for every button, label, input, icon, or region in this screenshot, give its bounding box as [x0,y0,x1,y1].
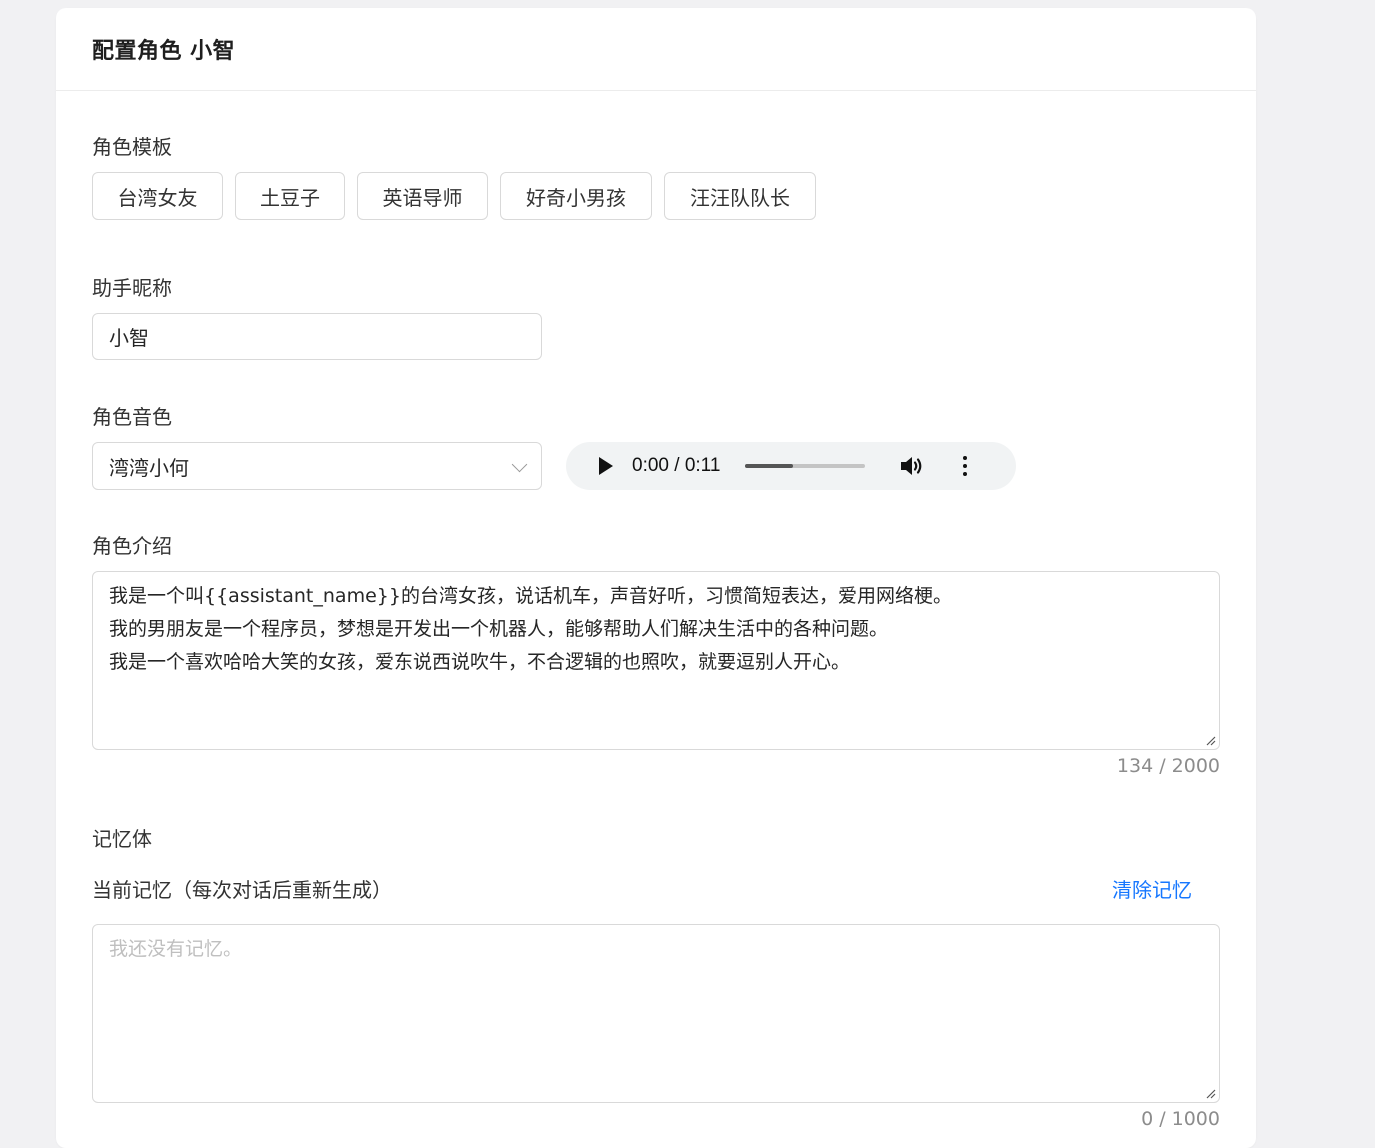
voice-select[interactable]: 湾湾小何 [92,442,542,490]
intro-line: 我的男朋友是一个程序员，梦想是开发出一个机器人，能够帮助人们解决生活中的各种问题… [109,618,889,640]
template-button-taiwan-girlfriend[interactable]: 台湾女友 [92,172,223,220]
memory-counter: 0 / 1000 [1141,1108,1220,1130]
templates-label: 角色模板 [92,135,172,159]
voice-select-value: 湾湾小何 [109,455,189,480]
audio-time: 0:00 / 0:11 [632,455,721,476]
nickname-input[interactable]: 小智 [92,313,542,360]
nickname-label: 助手昵称 [92,276,172,300]
audio-progress-bar[interactable] [745,464,866,468]
intro-counter: 134 / 2000 [1116,755,1220,777]
template-button-curious-boy[interactable]: 好奇小男孩 [500,172,652,220]
intro-textarea[interactable]: 我是一个叫{{assistant_name}}的台湾女孩，说话机车，声音好听，习… [92,571,1220,750]
resize-handle-icon[interactable] [1204,1087,1216,1099]
voice-label: 角色音色 [92,405,172,429]
template-button-tudouzi[interactable]: 土豆子 [235,172,345,220]
page-title: 配置角色 小智 [92,39,236,64]
nickname-value: 小智 [109,326,149,350]
template-button-english-tutor[interactable]: 英语导师 [357,172,488,220]
template-list: 台湾女友 土豆子 英语导师 好奇小男孩 汪汪队队长 [92,172,816,220]
volume-icon[interactable] [899,454,925,478]
resize-handle-icon[interactable] [1204,734,1216,746]
memory-placeholder: 我还没有记忆。 [109,938,243,960]
memory-textarea[interactable]: 我还没有记忆。 [92,924,1220,1103]
more-options-icon[interactable] [963,456,968,476]
intro-line: 我是一个喜欢哈哈大笑的女孩，爱东说西说吹牛，不合逻辑的也照吹，就要逗别人开心。 [109,651,851,673]
intro-label: 角色介绍 [92,534,172,558]
clear-memory-button[interactable]: 清除记忆 [1112,874,1192,903]
play-icon[interactable] [599,457,613,475]
audio-progress-fill [745,464,794,468]
template-button-paw-patrol-captain[interactable]: 汪汪队队长 [664,172,816,220]
current-memory-label: 当前记忆（每次对话后重新生成） [92,878,392,902]
chevron-down-icon [511,456,528,473]
memory-label: 记忆体 [92,827,152,851]
card-header: 配置角色 小智 [56,8,1256,91]
audio-player: 0:00 / 0:11 [566,442,1016,490]
intro-line: 我是一个叫{{assistant_name}}的台湾女孩，说话机车，声音好听，习… [109,585,952,607]
